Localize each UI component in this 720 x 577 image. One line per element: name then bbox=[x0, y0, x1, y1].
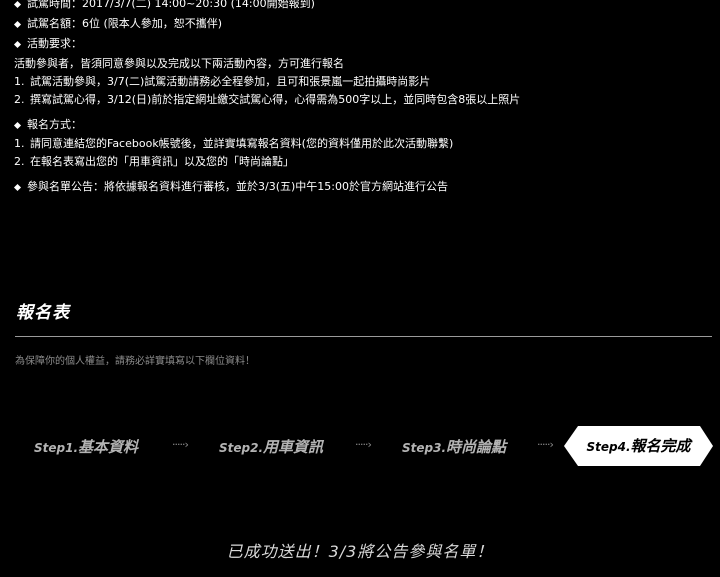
info-quota: 試駕名額：6位 (限本人參加，恕不攜伴) bbox=[13, 14, 704, 34]
signup-item: 1. 請同意連結您的Facebook帳號後，並詳實填寫報名資料(您的資料僅用於此… bbox=[14, 135, 704, 153]
arrow-icon: ·····› bbox=[537, 438, 554, 451]
event-info: 試駕時間：2017/3/7(二) 14:00~20:30 (14:00開始報到)… bbox=[13, 0, 704, 197]
step-label: 用車資訊 bbox=[263, 438, 324, 456]
item-number: 1. bbox=[14, 137, 25, 150]
item-number: 2. bbox=[14, 155, 25, 168]
step-prefix: Step1. bbox=[34, 441, 79, 455]
arrow-icon: ·····› bbox=[172, 438, 189, 451]
step-1: Step1.基本資料 bbox=[34, 436, 138, 457]
bullet-icon bbox=[13, 183, 22, 192]
step-label: 報名完成 bbox=[630, 437, 691, 455]
signup-title: 報名方式： bbox=[27, 118, 82, 131]
info-quota-text: 試駕名額：6位 (限本人參加，恕不攜伴) bbox=[27, 17, 223, 30]
step-3: Step3.時尚論點 bbox=[402, 436, 506, 457]
section-divider bbox=[15, 336, 712, 337]
requirement-intro: 活動參與者，皆須同意參與以及完成以下兩活動內容，方可進行報名 bbox=[14, 57, 344, 70]
success-message: 已成功送出！3/3將公告參與名單！ bbox=[226, 542, 494, 561]
step-4-active: Step4.報名完成 bbox=[564, 426, 713, 466]
step-prefix: Step2. bbox=[219, 441, 264, 455]
step-prefix: Step3. bbox=[402, 441, 447, 455]
form-notice: 為保障你的個人權益，請務必詳實填寫以下欄位資料！ bbox=[15, 356, 255, 367]
info-requirement: 活動要求： bbox=[13, 34, 704, 54]
item-text: 試駕活動參與，3/7(二)試駕活動請務必全程參加，且可和張景嵐一起拍攝時尚影片 bbox=[30, 75, 431, 88]
arrow-icon: ·····› bbox=[355, 438, 372, 451]
step-label: 時尚論點 bbox=[446, 438, 507, 456]
item-number: 2. bbox=[14, 93, 25, 106]
step-prefix: Step4. bbox=[586, 440, 631, 454]
item-text: 請同意連結您的Facebook帳號後，並詳實填寫報名資料(您的資料僅用於此次活動… bbox=[30, 137, 454, 150]
item-number: 1. bbox=[14, 75, 25, 88]
form-title: 報名表 bbox=[16, 303, 70, 323]
info-time-text: 試駕時間：2017/3/7(二) 14:00~20:30 (14:00開始報到) bbox=[27, 0, 315, 10]
announcement-text: 參與名單公告：將依據報名資料進行審核，並於3/3(五)中午15:00於官方網站進… bbox=[27, 180, 448, 193]
step-label: 基本資料 bbox=[78, 438, 139, 456]
item-text: 在報名表寫出您的「用車資訊」以及您的「時尚論點」 bbox=[30, 155, 294, 168]
requirement-item: 2. 撰寫試駕心得，3/12(日)前於指定網址繳交試駕心得，心得需為500字以上… bbox=[14, 91, 704, 109]
step-2: Step2.用車資訊 bbox=[219, 436, 323, 457]
requirement-item: 1. 試駕活動參與，3/7(二)試駕活動請務必全程參加，且可和張景嵐一起拍攝時尚… bbox=[14, 73, 704, 91]
requirement-title: 活動要求： bbox=[27, 37, 82, 50]
bullet-icon bbox=[13, 20, 22, 29]
info-announcement: 參與名單公告：將依據報名資料進行審核，並於3/3(五)中午15:00於官方網站進… bbox=[13, 177, 704, 197]
item-text: 撰寫試駕心得，3/12(日)前於指定網址繳交試駕心得，心得需為500字以上，並同… bbox=[30, 93, 521, 106]
signup-item: 2. 在報名表寫出您的「用車資訊」以及您的「時尚論點」 bbox=[14, 153, 704, 171]
info-time: 試駕時間：2017/3/7(二) 14:00~20:30 (14:00開始報到) bbox=[13, 0, 704, 14]
bullet-icon bbox=[13, 0, 22, 9]
info-signup: 報名方式： bbox=[13, 115, 704, 135]
bullet-icon bbox=[13, 40, 22, 49]
bullet-icon bbox=[13, 121, 22, 130]
